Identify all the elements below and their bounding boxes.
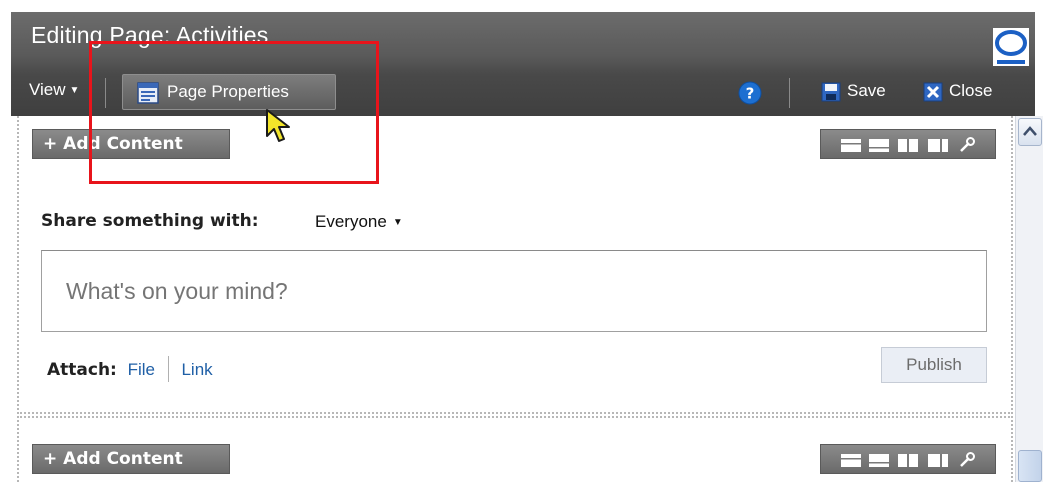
help-icon[interactable]: ? xyxy=(738,81,762,105)
layout-single-icon[interactable] xyxy=(841,139,861,152)
share-label: Share something with: xyxy=(41,211,259,231)
layout-right-column-icon[interactable] xyxy=(928,139,948,152)
oracle-logo-icon xyxy=(993,28,1029,66)
save-label: Save xyxy=(847,81,886,100)
attach-row: Attach: File Link xyxy=(47,356,213,382)
attach-file-link[interactable]: File xyxy=(128,360,155,379)
attach-divider xyxy=(167,356,169,382)
add-content-button[interactable]: + Add Content xyxy=(32,444,230,474)
status-input[interactable] xyxy=(41,250,987,332)
highlight-annotation xyxy=(89,41,379,184)
close-label: Close xyxy=(949,81,993,100)
wrench-icon[interactable] xyxy=(960,137,975,152)
share-audience-dropdown[interactable]: Everyone ▼ xyxy=(315,212,403,232)
chevron-down-icon: ▼ xyxy=(69,85,80,96)
attach-link-link[interactable]: Link xyxy=(181,360,212,379)
scroll-up-button[interactable] xyxy=(1018,118,1042,146)
attach-label: Attach: xyxy=(47,360,117,380)
layout-stacked-icon[interactable] xyxy=(869,139,889,152)
share-audience-value: Everyone xyxy=(315,212,387,231)
mouse-cursor-icon xyxy=(266,109,290,142)
view-menu-label: View xyxy=(29,80,66,99)
wrench-icon[interactable] xyxy=(960,452,975,467)
chevron-down-icon: ▼ xyxy=(392,217,403,228)
chevron-up-icon xyxy=(1023,126,1037,136)
vertical-scrollbar[interactable] xyxy=(1015,116,1043,482)
layout-tools xyxy=(820,129,996,159)
layout-two-column-icon[interactable] xyxy=(898,139,918,152)
layout-two-column-icon[interactable] xyxy=(898,454,918,467)
publish-button[interactable]: Publish xyxy=(881,347,987,383)
scroll-thumb[interactable] xyxy=(1018,450,1042,482)
layout-right-column-icon[interactable] xyxy=(928,454,948,467)
svg-text:?: ? xyxy=(746,85,755,103)
layout-tools xyxy=(820,444,996,474)
layout-stacked-icon[interactable] xyxy=(869,454,889,467)
toolbar-divider xyxy=(789,78,790,108)
close-x-icon xyxy=(923,82,943,102)
floppy-disk-icon xyxy=(821,82,841,102)
layout-single-icon[interactable] xyxy=(841,454,861,467)
view-menu[interactable]: View ▼ xyxy=(29,80,79,100)
